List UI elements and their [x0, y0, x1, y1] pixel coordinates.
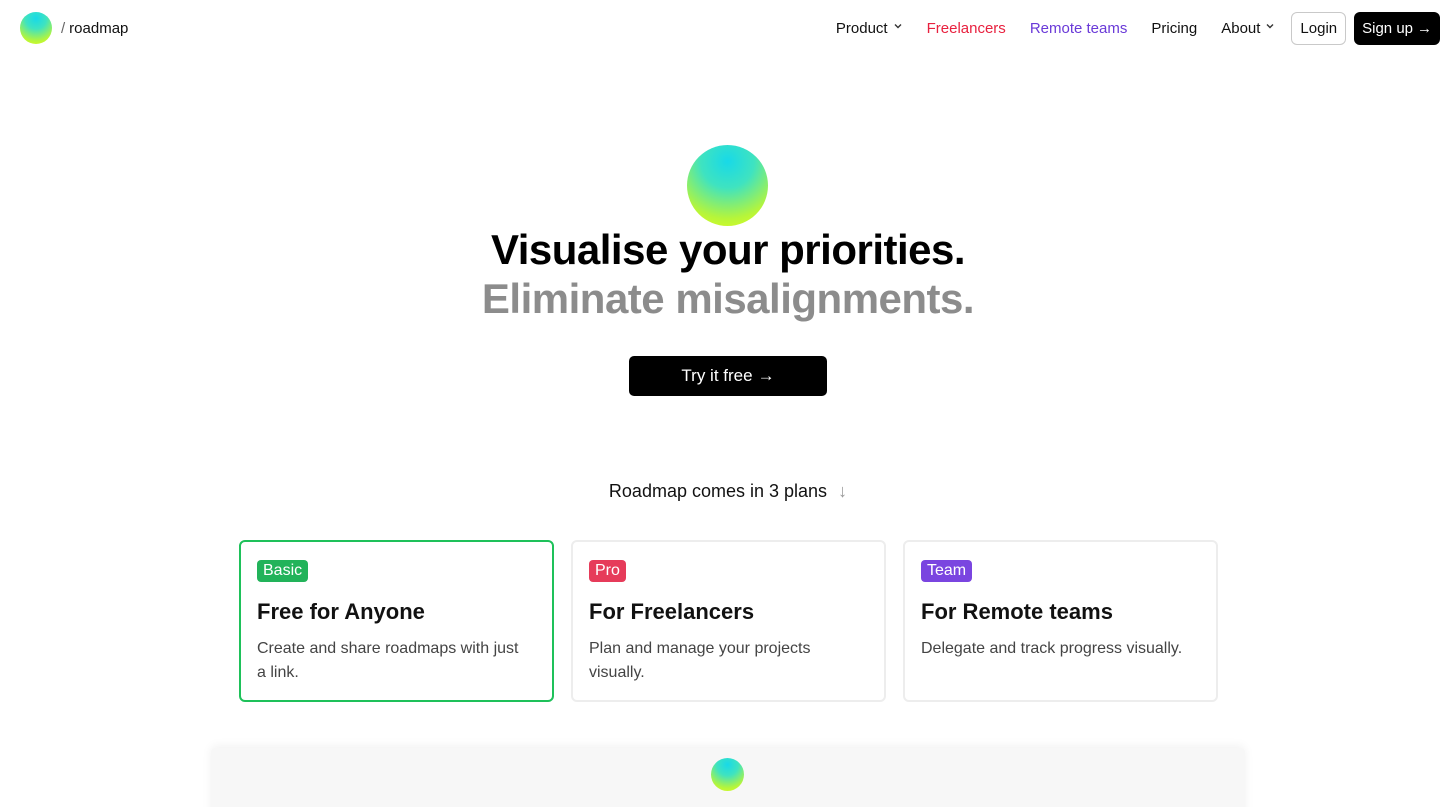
signup-label: Sign up: [1362, 20, 1413, 37]
cta-label: Try it free: [681, 366, 753, 385]
hero-orb-icon: [687, 145, 768, 226]
nav-item-label: About: [1221, 20, 1261, 37]
hero-headline: Visualise your priorities.: [490, 226, 966, 273]
nav-item-freelancers[interactable]: Freelancers: [927, 20, 1006, 37]
nav-item-remote-teams[interactable]: Remote teams: [1030, 20, 1128, 37]
arrow-right-icon: →: [1417, 20, 1432, 37]
plan-description: Delegate and track progress visually.: [921, 640, 1183, 657]
signup-button[interactable]: Sign up →: [1354, 12, 1440, 45]
login-button[interactable]: Login: [1291, 12, 1347, 45]
plan-badge: Pro: [589, 560, 626, 582]
plan-title: For Freelancers: [589, 599, 755, 624]
nav-links: Product Freelancers Remote teams Pricing…: [836, 12, 1440, 45]
nav-item-product[interactable]: Product: [836, 20, 903, 37]
nav-item-label: Freelancers: [926, 20, 1006, 37]
hero-subheadline: Eliminate misalignments.: [481, 275, 975, 322]
arrow-down-icon: ↓: [838, 481, 848, 501]
logo-orb-icon: [20, 12, 52, 44]
chevron-down-icon: [893, 21, 903, 34]
try-it-free-button[interactable]: Try it free →: [629, 356, 827, 396]
nav-item-about[interactable]: About: [1221, 20, 1275, 37]
plan-title: Free for Anyone: [257, 599, 425, 624]
nav-item-label: Remote teams: [1029, 20, 1128, 37]
panel-orb-icon: [711, 758, 744, 791]
top-navbar: / roadmap Product Freelancers Remote tea…: [0, 0, 1456, 57]
plans-heading: Roadmap comes in 3 plans ↓: [0, 481, 1456, 502]
nav-item-pricing[interactable]: Pricing: [1151, 20, 1197, 37]
plan-description: Plan and manage your projects visually.: [589, 640, 811, 681]
plan-description: Create and share roadmaps with just a li…: [257, 640, 519, 681]
nav-item-label: Pricing: [1151, 20, 1198, 37]
brand[interactable]: / roadmap: [20, 12, 128, 44]
nav-item-label: Product: [835, 20, 888, 37]
brand-name: roadmap: [69, 19, 129, 37]
arrow-right-icon: →: [757, 366, 775, 385]
plan-card-basic[interactable]: Basic Free for Anyone Create and share r…: [239, 540, 554, 702]
plans-heading-text: Roadmap comes in 3 plans: [608, 481, 828, 501]
brand-slash: /: [61, 19, 66, 37]
plan-badge: Team: [921, 560, 973, 582]
plan-title: For Remote teams: [921, 599, 1113, 624]
preview-panel: [211, 748, 1245, 807]
plan-card-team[interactable]: Team For Remote teams Delegate and track…: [903, 540, 1218, 702]
chevron-down-icon: [1265, 21, 1275, 34]
plan-badge: Basic: [257, 560, 309, 582]
plan-card-pro[interactable]: Pro For Freelancers Plan and manage your…: [571, 540, 886, 702]
